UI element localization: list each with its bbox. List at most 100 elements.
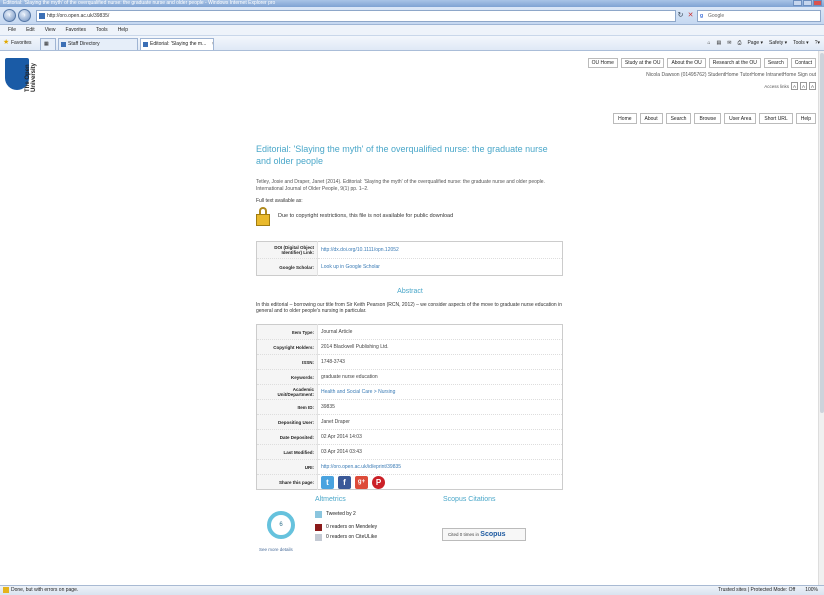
address-bar: ‹ › http://oro.open.ac.uk/39835/ ↻ ✕ g G… <box>0 7 824 25</box>
altmetric-row: 0 readers on Mendeley <box>315 524 377 531</box>
user-links[interactable]: Nicola Dawson (01495762) StudentHome Tut… <box>646 72 816 78</box>
accessibility-links: Access links A A A <box>764 82 816 90</box>
see-more-details-link[interactable]: See more details <box>259 547 293 552</box>
link-ou-home[interactable]: OU Home <box>587 58 618 68</box>
logo-line: University <box>31 62 37 92</box>
pinterest-icon[interactable]: P <box>372 475 385 489</box>
tab-favicon-icon <box>61 42 66 47</box>
meta-value: 02 Apr 2014 14:03 <box>317 429 563 445</box>
link-contact[interactable]: Contact <box>790 58 816 68</box>
home-icon[interactable]: ⌂ <box>707 39 710 48</box>
facebook-icon[interactable]: f <box>338 475 351 489</box>
google-scholar-link[interactable]: Look up in Google Scholar <box>317 258 563 276</box>
back-button[interactable]: ‹ <box>3 9 16 22</box>
restriction-text: Due to copyright restrictions, this file… <box>278 213 454 219</box>
link-search[interactable]: Search <box>763 58 788 68</box>
meta-value[interactable]: Health and Social Care > Nursing <box>317 384 563 400</box>
menu-favorites[interactable]: Favorites <box>65 25 86 35</box>
fulltext-label: Full text available as: <box>256 198 303 204</box>
zoom-level[interactable]: 100% <box>805 586 818 595</box>
status-bar: Done, but with errors on page. Trusted s… <box>0 585 824 595</box>
nav-user-area[interactable]: User Area <box>724 113 757 124</box>
open-university-logo[interactable]: The Open University <box>5 58 50 102</box>
status-right: Trusted sites | Protected Mode: Off 100% <box>718 586 818 595</box>
text-size-medium-button[interactable]: A <box>800 82 807 90</box>
scopus-prefix: Cited 0 times in <box>448 532 480 537</box>
menu-view[interactable]: View <box>45 25 56 35</box>
favorites-label: Favorites <box>11 40 32 46</box>
command-tools[interactable]: Tools ▾ <box>793 39 809 48</box>
url-field[interactable]: http://oro.open.ac.uk/39835/ <box>36 10 676 22</box>
altmetric-donut-icon[interactable]: 6 <box>267 511 295 539</box>
favorites-star-icon: ★ <box>3 39 10 46</box>
page-scrollbar[interactable] <box>818 51 824 585</box>
lock-icon <box>256 207 270 227</box>
tab-close-icon[interactable]: × <box>212 41 213 47</box>
nav-search[interactable]: Search <box>665 113 692 124</box>
table-row: Item Type: Journal Article <box>256 324 563 340</box>
menu-file[interactable]: File <box>8 25 16 35</box>
meta-value: Janet Draper <box>317 414 563 430</box>
nav-home[interactable]: Home <box>613 113 637 124</box>
command-safety[interactable]: Safety ▾ <box>769 39 787 48</box>
text-size-large-button[interactable]: A <box>809 82 816 90</box>
share-cell: t f g+ P <box>317 474 563 490</box>
scopus-badge[interactable]: Cited 0 times in Scopus <box>442 528 526 541</box>
meta-label: Copyright Holders: <box>256 339 318 355</box>
google-plus-icon[interactable]: g+ <box>355 475 368 489</box>
tab-favicon-icon <box>143 42 148 47</box>
mail-icon[interactable]: ✉ <box>727 39 731 48</box>
share-icons: t f g+ P <box>321 475 562 489</box>
text-size-small-button[interactable]: A <box>791 82 798 90</box>
status-message[interactable]: Done, but with errors on page. <box>3 586 78 595</box>
command-help[interactable]: ?▾ <box>815 39 820 48</box>
link-study[interactable]: Study at the OU <box>620 58 665 68</box>
nav-about[interactable]: About <box>639 113 663 124</box>
nav-help[interactable]: Help <box>795 113 816 124</box>
tab-label: Editorial: 'Slaying the m... <box>150 41 207 47</box>
favorites-button[interactable]: ★ Favorites <box>3 39 32 48</box>
altmetric-row-text: Tweeted by 2 <box>326 511 356 517</box>
twitter-icon[interactable]: t <box>321 475 334 489</box>
window-title-bar: Editorial: 'Slaying the myth' of the ove… <box>0 0 824 7</box>
page-title: Editorial: 'Slaying the myth' of the ove… <box>256 144 548 166</box>
minimize-button[interactable] <box>793 0 802 6</box>
google-search-icon: g <box>700 13 704 19</box>
nav-browse[interactable]: Browse <box>694 113 722 124</box>
table-row: Depositing User: Janet Draper <box>256 414 563 430</box>
tab-editorial[interactable]: Editorial: 'Slaying the m... × <box>140 38 214 50</box>
print-icon[interactable]: ⎙ <box>737 39 741 48</box>
link-research[interactable]: Research at the OU <box>708 58 761 68</box>
table-row: Last Modified: 03 Apr 2014 03:43 <box>256 444 563 460</box>
menu-tools[interactable]: Tools <box>96 25 108 35</box>
legend-swatch <box>315 511 322 518</box>
feeds-icon[interactable]: ▤ <box>717 39 722 48</box>
menu-bar: File Edit View Favorites Tools Help <box>0 25 824 36</box>
altmetrics-heading: Altmetrics <box>315 496 346 503</box>
maximize-button[interactable] <box>803 0 812 6</box>
article-main: Editorial: 'Slaying the myth' of the ove… <box>256 143 564 566</box>
tab-label: Staff Directory <box>68 41 100 47</box>
close-window-button[interactable] <box>813 0 822 6</box>
meta-value[interactable]: http://oro.open.ac.uk/id/eprint/39835 <box>317 459 563 475</box>
warning-icon <box>3 587 9 593</box>
doi-link[interactable]: http://dx.doi.org/10.1111/opn.12052 <box>317 241 563 259</box>
menu-edit[interactable]: Edit <box>26 25 35 35</box>
tab-staff-directory[interactable]: Staff Directory <box>58 38 138 50</box>
refresh-icon[interactable]: ↻ <box>676 11 685 20</box>
security-zone[interactable]: Trusted sites | Protected Mode: Off <box>718 586 795 595</box>
meta-label: Item Type: <box>256 324 318 340</box>
forward-button[interactable]: › <box>18 9 31 22</box>
link-about[interactable]: About the OU <box>667 58 706 68</box>
menu-help[interactable]: Help <box>118 25 128 35</box>
nav-short-url[interactable]: Short URL <box>759 113 793 124</box>
restriction-notice: Due to copyright restrictions, this file… <box>256 207 564 229</box>
command-page[interactable]: Page ▾ <box>747 39 763 48</box>
search-input[interactable]: g Google <box>697 10 821 22</box>
scrollbar-thumb[interactable] <box>820 53 824 413</box>
meta-label: Item ID: <box>256 399 318 415</box>
status-text: Done, but with errors on page. <box>11 587 79 593</box>
quick-tabs-button[interactable]: ▦ <box>40 38 56 50</box>
stop-icon[interactable]: ✕ <box>686 11 695 20</box>
table-row: Date Deposited: 02 Apr 2014 14:03 <box>256 429 563 445</box>
